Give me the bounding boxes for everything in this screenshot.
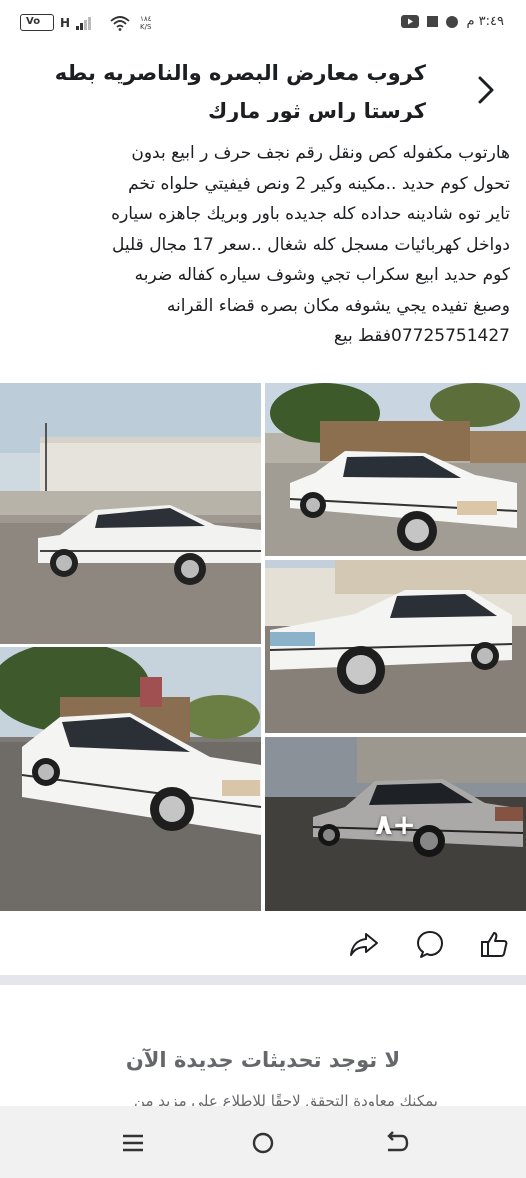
youtube-icon: [401, 15, 420, 28]
more-photos-count[interactable]: ٨+: [265, 737, 526, 911]
home-button[interactable]: [248, 1128, 278, 1158]
comment-button[interactable]: [414, 928, 446, 960]
post-text: هارتوب مكفوله كص ونقل رقم نجف حرف ر ابيع…: [16, 138, 510, 352]
status-right: ٣:٤٩ م: [401, 14, 504, 29]
car-photo-3-image: [265, 383, 526, 556]
system-nav-bar: [0, 1106, 526, 1178]
like-button[interactable]: [478, 928, 510, 960]
car-photo-2-image: [0, 647, 261, 911]
photo-grid: ٨+: [0, 383, 526, 911]
post-line: تحول كوم حديد ..مكينه وكير 2 ونص فيفيتي …: [128, 173, 510, 194]
chevron-right-icon: [478, 76, 494, 104]
volte-icon: Vo: [20, 14, 54, 31]
share-button[interactable]: [348, 928, 380, 960]
signal-icon: [76, 16, 92, 30]
speed-value: ١٨٤: [140, 14, 152, 23]
post-line: هارتوب مكفوله كص ونقل رقم نجف حرف ر ابيع…: [131, 143, 510, 163]
car-photo-4[interactable]: [265, 560, 526, 733]
home-circle-icon: [252, 1132, 274, 1154]
status-bar: Vo H ١٨٤ K/S ٣:٤٩ م: [0, 0, 526, 44]
comment-icon: [417, 931, 443, 958]
post-actions: [0, 916, 526, 972]
network-speed: ١٨٤ K/S: [140, 15, 151, 31]
post-line: تاير توه شادينه حداده كله جديده باور وبر…: [111, 204, 510, 224]
recent-apps-button[interactable]: [118, 1128, 148, 1158]
like-icon: [481, 932, 508, 957]
post-line: وصبغ تفيده يجي يشوفه مكان بصره قضاء القر…: [166, 295, 510, 316]
group-title-line2[interactable]: كرستا راس ثور مارك: [46, 96, 426, 122]
square-icon: [427, 16, 439, 27]
car-photo-5[interactable]: ٨+: [265, 737, 526, 911]
volte-label: Vo: [26, 16, 41, 27]
car-photo-4-image: [265, 560, 526, 733]
post-line: 07725751427فقط بيع: [333, 326, 510, 346]
car-photo-1[interactable]: [0, 383, 261, 644]
post-line: دواخل كهربائيات مسجل كله شغال ..سعر 17 م…: [112, 234, 510, 255]
feed-divider: [0, 975, 526, 985]
network-type: H: [60, 15, 71, 30]
status-left: Vo H ١٨٤ K/S: [20, 14, 151, 31]
menu-icon: [123, 1134, 143, 1152]
back-button[interactable]: [474, 74, 498, 106]
car-photo-1-image: [0, 383, 261, 644]
share-icon: [350, 933, 378, 956]
speed-unit: K/S: [140, 22, 152, 31]
circle-icon: [446, 15, 459, 28]
car-photo-3[interactable]: [265, 383, 526, 556]
car-photo-2[interactable]: [0, 647, 261, 911]
group-header: كروب معارض البصره والناصريه بطه كرستا را…: [0, 52, 526, 122]
back-arrow-icon: [387, 1131, 409, 1152]
no-updates-title: لا توجد تحديثات جديدة الآن: [125, 1048, 401, 1072]
group-title[interactable]: كروب معارض البصره والناصريه بطه: [46, 58, 426, 88]
back-nav-button[interactable]: [380, 1128, 410, 1158]
post-line: كوم حديد ابيع سكراب تجي وشوف سياره كفاله…: [134, 265, 510, 285]
clock: ٣:٤٩ م: [466, 14, 504, 29]
wifi-icon: [110, 15, 130, 31]
